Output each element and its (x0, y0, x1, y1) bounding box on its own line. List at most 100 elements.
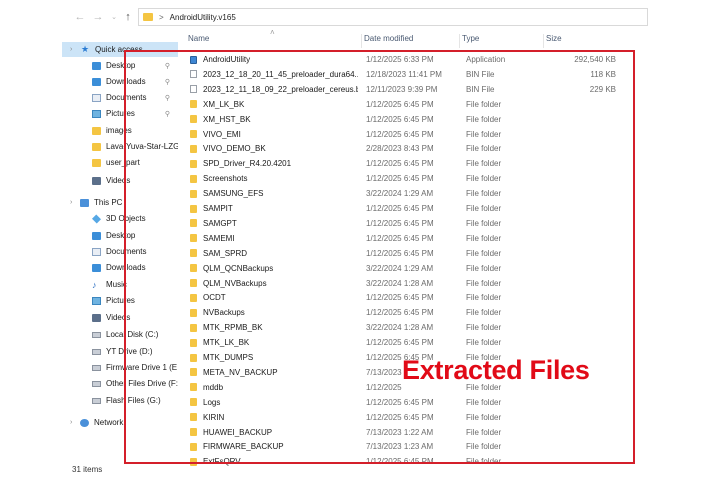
file-name: VIVO_DEMO_BK (203, 144, 266, 154)
file-date: 1/12/2025 6:45 PM (366, 129, 434, 139)
file-row[interactable]: VIVO_DEMO_BK 2/28/2023 8:43 PM File folder (186, 141, 656, 156)
chevron-right-icon[interactable]: › (70, 419, 72, 426)
file-name: Screenshots (203, 174, 248, 184)
file-name: 2023_12_18_20_11_45_preloader_dura64... (203, 69, 358, 79)
sidebar-item[interactable]: Local Disk (C:) (62, 327, 178, 342)
sidebar-item[interactable]: Videos (62, 310, 178, 325)
sidebar-item-label: images (106, 126, 132, 135)
up-button[interactable]: ↑ (120, 9, 136, 25)
file-icon (190, 85, 197, 94)
file-date: 1/12/2025 6:45 PM (366, 293, 434, 303)
sidebar-item-label: Lava-Yuva-Star-LZG (106, 142, 178, 151)
back-button[interactable]: ← (72, 9, 88, 25)
folder-icon (190, 144, 197, 153)
file-row[interactable]: NVBackups 1/12/2025 6:45 PM File folder (186, 305, 656, 320)
file-row[interactable]: SAMEMI 1/12/2025 6:45 PM File folder (186, 231, 656, 246)
sidebar-item[interactable]: › This PC (62, 195, 178, 210)
column-header-date[interactable]: Date modified (362, 34, 460, 48)
sidebar-item-label: Downloads (106, 77, 146, 86)
file-row[interactable]: SAMGPT 1/12/2025 6:45 PM File folder (186, 216, 656, 231)
file-row[interactable]: 2023_12_11_18_09_22_preloader_cereus.b..… (186, 82, 656, 97)
file-row[interactable]: SAM_SPRD 1/12/2025 6:45 PM File folder (186, 246, 656, 261)
sidebar-item[interactable]: Pictures ⚲ (62, 106, 178, 121)
folder-icon (92, 158, 101, 167)
file-type: File folder (466, 278, 502, 288)
sidebar-item[interactable]: Flash Files (G:) (62, 393, 178, 408)
file-row[interactable]: XM_HST_BK 1/12/2025 6:45 PM File folder (186, 112, 656, 127)
sidebar-item[interactable]: Pictures (62, 293, 178, 308)
status-bar-text: 31 items (72, 465, 103, 474)
sidebar-item[interactable]: Desktop (62, 228, 178, 243)
column-header-type[interactable]: Type (460, 34, 544, 48)
sidebar-item[interactable]: Documents (62, 244, 178, 259)
file-row[interactable]: SAMPIT 1/12/2025 6:45 PM File folder (186, 201, 656, 216)
chevron-right-icon[interactable]: › (70, 46, 72, 53)
file-row[interactable]: XM_LK_BK 1/12/2025 6:45 PM File folder (186, 97, 656, 112)
forward-arrow-icon: → (92, 11, 104, 23)
sidebar-item[interactable]: Other Files Drive (F: (62, 376, 178, 391)
file-row[interactable]: SPD_Driver_R4.20.4201 1/12/2025 6:45 PM Fi… (186, 156, 656, 171)
file-name: SAMPIT (203, 204, 233, 213)
file-name: FIRMWARE_BACKUP (203, 442, 284, 452)
folder-icon (190, 308, 197, 317)
sidebar-item-label: 3D Objects (106, 214, 146, 223)
file-row[interactable]: KIRIN 1/12/2025 6:45 PM File folder (186, 410, 656, 425)
file-name-cell: SAMGPT (190, 219, 358, 228)
file-size: 118 KB (590, 69, 616, 79)
file-row[interactable]: Logs 1/12/2025 6:45 PM File folder (186, 395, 656, 410)
file-name-cell: AndroidUtility (190, 55, 358, 64)
file-date: 3/22/2024 1:29 AM (366, 263, 434, 273)
sidebar-item[interactable]: Videos (62, 173, 178, 188)
folder-icon (92, 142, 101, 151)
file-row[interactable]: MTK_LK_BK 1/12/2025 6:45 PM File folder (186, 335, 656, 350)
column-header-size[interactable]: Size (544, 34, 624, 48)
sidebar-item[interactable]: 3D Objects (62, 211, 178, 226)
sidebar-item[interactable]: Documents ⚲ (62, 90, 178, 105)
sidebar-item[interactable]: images (62, 123, 178, 138)
file-row[interactable]: FIRMWARE_BACKUP 7/13/2023 1:23 AM File fol… (186, 439, 656, 454)
file-size: 292,540 KB (574, 55, 616, 64)
file-name-cell: SAM_SPRD (190, 249, 358, 258)
file-row[interactable]: MTK_RPMB_BK 3/22/2024 1:28 AM File folder (186, 320, 656, 335)
sidebar-item[interactable]: Downloads (62, 260, 178, 275)
sidebar-item[interactable]: Desktop ⚲ (62, 58, 178, 73)
sidebar-item-label: This PC (94, 198, 123, 207)
file-date: 1/12/2025 6:33 PM (366, 55, 434, 64)
file-row[interactable]: OCDT 1/12/2025 6:45 PM File folder (186, 290, 656, 305)
annotation-label: Extracted Files (402, 355, 590, 385)
file-row[interactable]: SAMSUNG_EFS 3/22/2024 1:29 AM File folder (186, 186, 656, 201)
file-type: File folder (466, 204, 502, 213)
sidebar-item[interactable]: Firmware Drive 1 (E (62, 360, 178, 375)
sidebar-item-label: user_part (106, 158, 140, 167)
column-header-name[interactable]: Name (186, 34, 362, 48)
sidebar-item[interactable]: Downloads ⚲ (62, 74, 178, 89)
forward-button[interactable]: → (90, 9, 106, 25)
sidebar-item[interactable]: ♪ Music (62, 277, 178, 292)
sidebar-item[interactable]: › Network (62, 415, 178, 430)
videos-icon (92, 313, 101, 322)
sidebar-item-label: Videos (106, 313, 131, 322)
file-date: 3/22/2024 1:29 AM (366, 189, 434, 199)
sidebar-item[interactable]: YT Drive (D:) (62, 344, 178, 359)
sidebar-item[interactable]: Lava-Yuva-Star-LZG (62, 139, 178, 154)
sidebar-item[interactable]: user_part (62, 155, 178, 170)
file-row[interactable]: VIVO_EMI 1/12/2025 6:45 PM File folder (186, 127, 656, 142)
file-icon (190, 70, 197, 79)
address-input[interactable]: > AndroidUtility.v165 (138, 8, 648, 26)
file-row[interactable]: QLM_QCNBackups 3/22/2024 1:29 AM File fold… (186, 261, 656, 276)
folder-icon (190, 457, 197, 466)
file-row[interactable]: HUAWEI_BACKUP 7/13/2023 1:22 AM File folde… (186, 425, 656, 440)
chevron-right-icon[interactable]: › (70, 199, 72, 206)
file-type: File folder (466, 308, 502, 318)
file-row[interactable]: ExtFsQRV 1/12/2025 6:45 PM File folder (186, 454, 656, 469)
file-name: MTK_DUMPS (203, 353, 254, 362)
sidebar-item[interactable]: › ★ Quick access (62, 42, 178, 57)
file-name: 2023_12_11_18_09_22_preloader_cereus.b..… (203, 84, 358, 94)
file-row[interactable]: Screenshots 1/12/2025 6:45 PM File folder (186, 171, 656, 186)
file-row[interactable]: 2023_12_18_20_11_45_preloader_dura64... 1… (186, 67, 656, 82)
file-row[interactable]: AndroidUtility 1/12/2025 6:33 PM Applicati… (186, 52, 656, 67)
file-type: File folder (466, 323, 502, 333)
file-name: QLM_QCNBackups (203, 263, 274, 273)
sidebar-item-label: Pictures (106, 296, 135, 305)
file-row[interactable]: QLM_NVBackups 3/22/2024 1:28 AM File folde… (186, 276, 656, 291)
